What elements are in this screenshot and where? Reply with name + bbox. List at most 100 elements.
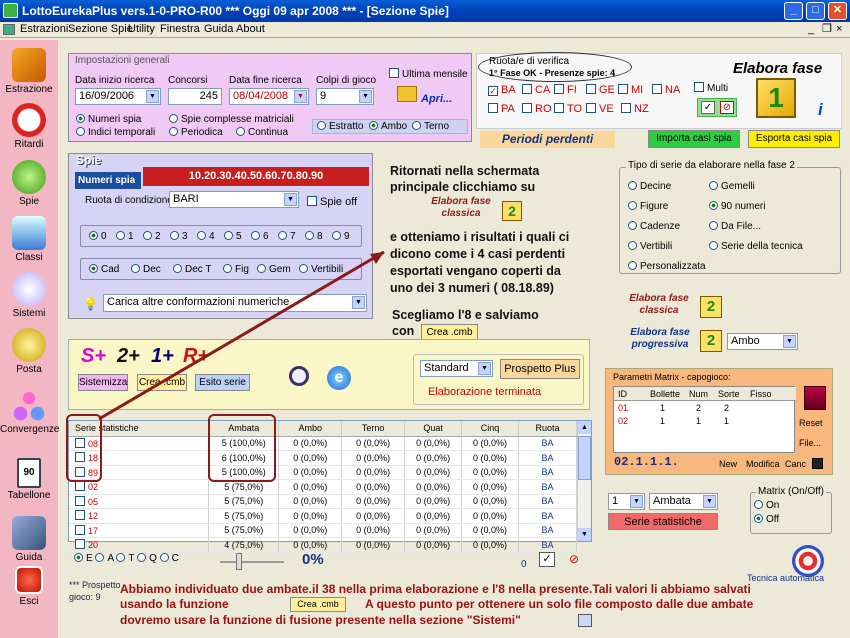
info-icon[interactable]: i [818,100,823,120]
terno-radio[interactable]: Terno [412,121,449,132]
dec-t-radio[interactable]: Dec T [173,264,212,275]
fig-radio[interactable]: Fig [223,264,249,275]
apri-link[interactable]: Apri... [421,93,452,105]
estratto-radio[interactable]: Estratto [317,121,363,132]
table-row[interactable]: 12 5 (75,0%) 0 (0,0%) 0 (0,0%) 0 (0,0%) 0 (0,… [69,508,577,524]
ruota-nz-checkbox[interactable]: NZ [621,103,649,115]
periodica-radio[interactable]: Periodica [169,127,223,138]
scroll-up-icon[interactable]: ▲ [578,421,591,434]
sorte-select[interactable]: Ambo ▼ [727,333,798,350]
progress-track[interactable] [220,561,284,563]
chevron-down-icon[interactable]: ▼ [284,193,297,206]
ruota-pa-checkbox[interactable]: PA [488,103,515,115]
matrix-row[interactable]: 01 1 2 2 [614,403,796,415]
chevron-down-icon[interactable]: ▼ [294,90,307,103]
mdi-restore-icon[interactable]: ❐ [822,22,832,37]
menu-sezione-spie[interactable]: Sezione Spie [68,22,133,37]
row-checkbox[interactable] [75,510,85,521]
save-icon[interactable] [812,458,823,469]
multi-checkbox[interactable]: Multi [694,82,728,94]
row-checkbox[interactable] [75,539,85,550]
chevron-down-icon[interactable]: ▼ [359,90,372,103]
crea-cmb-button[interactable]: Crea .cmb [137,374,187,391]
digit-4-radio[interactable]: 4 [197,231,215,242]
spie-complesse-radio[interactable]: Spie complesse matriciali [169,114,294,125]
new-button[interactable]: New [719,459,737,469]
ruota-ge-checkbox[interactable]: GE [586,84,615,96]
radio-a[interactable]: A [95,553,114,564]
digit-6-radio[interactable]: 6 [251,231,269,242]
concorsi-field[interactable]: 245 [168,88,222,105]
digit-9-radio[interactable]: 9 [332,231,350,242]
radio-e[interactable]: E [74,553,93,564]
gem-radio[interactable]: Gem [257,264,291,275]
radio-q[interactable]: Q [137,553,157,564]
elabora-classica-button[interactable]: 2 [700,296,722,318]
file-button[interactable]: File... [799,438,821,448]
numeri-spia-value[interactable]: 10.20.30.40.50.60.70.80.90 [143,167,369,186]
table-row[interactable]: 89 5 (100,0%) 0 (0,0%) 0 (0,0%) 0 (0,0%) 0 (0… [69,465,577,480]
magnifier-icon[interactable] [289,366,309,386]
table-row[interactable]: 18 6 (100,0%) 0 (0,0%) 0 (0,0%) 0 (0,0%) 0 (0… [69,450,577,466]
book-reset-icon[interactable] [804,386,826,410]
sidebar-item-sistemi[interactable]: Sistemi [0,272,58,319]
prospetto-plus-button[interactable]: Prospetto Plus [500,359,580,379]
progress-thumb[interactable] [236,553,242,570]
row-checkbox[interactable] [75,524,85,535]
ruota-na-checkbox[interactable]: NA [652,84,680,96]
clear-all-icon[interactable]: ⊘ [720,101,734,114]
digit-3-radio[interactable]: 3 [170,231,188,242]
personalizzata-radio[interactable]: Personalizzata [628,261,706,272]
row-checkbox[interactable] [75,495,85,506]
table-row[interactable]: 17 5 (75,0%) 0 (0,0%) 0 (0,0%) 0 (0,0%) 0 (0,… [69,523,577,538]
table-row[interactable]: 02 5 (75,0%) 0 (0,0%) 0 (0,0%) 0 (0,0%) 0 (0,… [69,479,577,495]
digit-7-radio[interactable]: 7 [278,231,296,242]
da-file-radio[interactable]: Da File... [709,221,761,232]
maximize-button[interactable]: □ [806,2,825,20]
check-all-icon[interactable]: ✓ [701,101,715,114]
sidebar-item-esci[interactable]: Esci [0,566,58,607]
elabora-progressiva-button[interactable]: 2 [700,330,722,352]
colpi-field[interactable]: 9 ▼ [316,88,374,105]
table-row[interactable]: 20 4 (75,0%) 0 (0,0%) 0 (0,0%) 0 (0,0%) 0 (0,… [69,537,577,553]
numeri-spia-radio[interactable]: Numeri spia [76,114,141,125]
check-icon[interactable]: ✓ [539,552,555,567]
matrix-row[interactable]: 02 1 1 1 [614,416,796,428]
serie-statistiche-button[interactable]: Serie statistiche [608,513,718,530]
sidebar-item-classi[interactable]: Classi [0,216,58,263]
ruota-ve-checkbox[interactable]: VE [586,103,614,115]
data-inizio-field[interactable]: 16/09/2006 ▼ [75,88,161,105]
ultima-mensile-checkbox[interactable]: Ultima mensile [389,68,468,80]
esporta-casi-spia-button[interactable]: Esporta casi spia [748,130,840,148]
table-row[interactable]: 05 5 (75,0%) 0 (0,0%) 0 (0,0%) 0 (0,0%) 0 (0,… [69,494,577,509]
figure-radio[interactable]: Figure [628,201,668,212]
stats-scrollbar[interactable]: ▲ ▼ [577,421,591,541]
digit-2-radio[interactable]: 2 [143,231,161,242]
mdi-minimize-icon[interactable]: _ [808,22,814,37]
ruota-condizione-select[interactable]: BARI ▼ [169,191,299,208]
chevron-down-icon[interactable]: ▼ [783,335,796,348]
reset-button[interactable]: Reset [799,418,823,428]
gemelli-radio[interactable]: Gemelli [709,181,755,192]
vertibili-serie-radio[interactable]: Vertibili [628,241,672,252]
table-row[interactable]: 08 5 (100,0%) 0 (0,0%) 0 (0,0%) 0 (0,0%) 0 (0… [69,436,577,451]
menu-about[interactable]: About [236,22,265,37]
chevron-down-icon[interactable]: ▼ [352,296,365,309]
vertibili-radio[interactable]: Vertibili [299,264,343,275]
esito-serie-button[interactable]: Esito serie [195,374,250,391]
chevron-down-icon[interactable]: ▼ [703,495,716,508]
ruota-fi-checkbox[interactable]: FI [554,84,577,96]
digit-5-radio[interactable]: 5 [224,231,242,242]
sidebar-item-ritardi[interactable]: Ritardi [0,103,58,150]
menu-guida[interactable]: Guida [204,22,233,37]
chevron-down-icon[interactable]: ▼ [478,362,491,375]
sidebar-item-posta[interactable]: Posta [0,328,58,375]
spie-off-checkbox[interactable]: Spie off [307,196,357,208]
decine-radio[interactable]: Decine [628,181,671,192]
row-checkbox[interactable] [75,481,85,492]
matrix-on-radio[interactable]: On [754,500,779,511]
chevron-down-icon[interactable]: ▼ [630,495,643,508]
menu-estrazioni[interactable]: Estrazioni [20,22,68,37]
carica-conformazioni-select[interactable]: Carica altre conformazioni numeriche ▼ [103,294,367,312]
ruota-to-checkbox[interactable]: TO [554,103,582,115]
